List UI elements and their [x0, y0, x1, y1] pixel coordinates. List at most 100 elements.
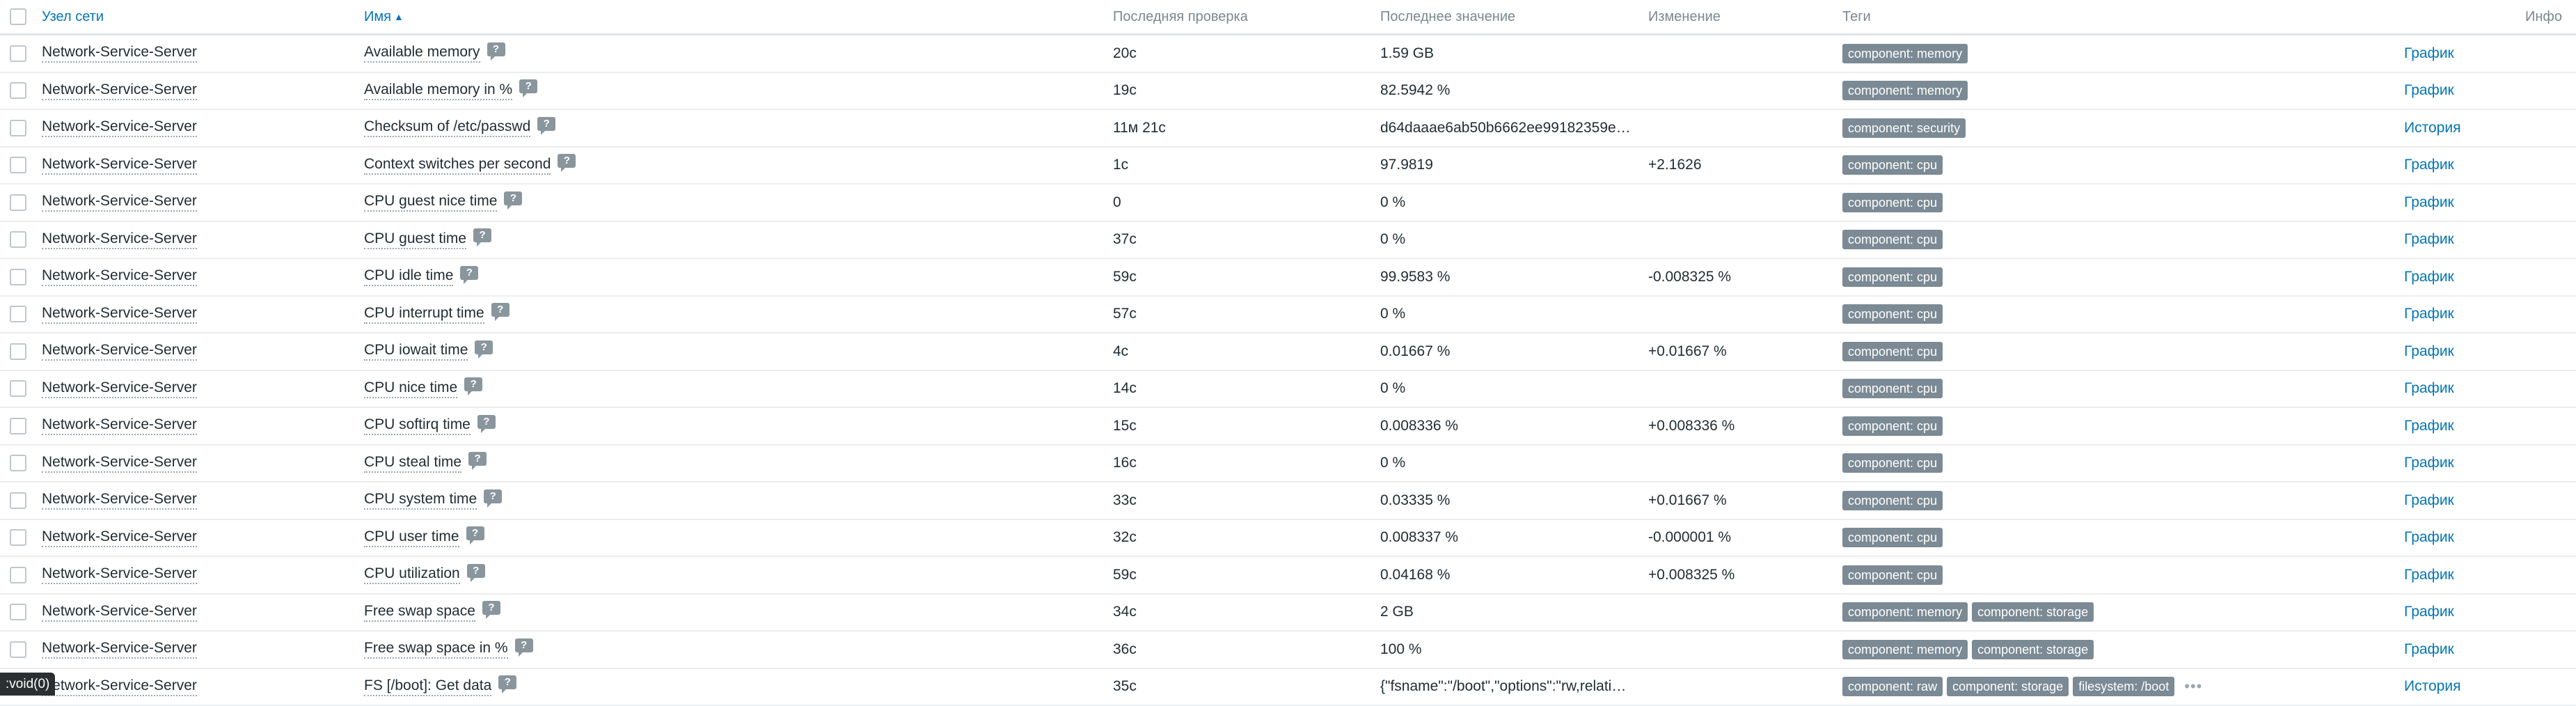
description-help-icon[interactable]: ?: [464, 377, 482, 391]
item-name-link[interactable]: CPU system time: [364, 491, 477, 510]
tag-badge[interactable]: component: cpu: [1842, 528, 1943, 547]
item-name-link[interactable]: CPU steal time: [364, 454, 461, 473]
host-link[interactable]: Network-Service-Server: [42, 416, 197, 435]
item-name-link[interactable]: Free swap space in %: [364, 640, 508, 659]
description-help-icon[interactable]: ?: [473, 228, 491, 242]
tag-badge[interactable]: filesystem: /boot: [2073, 677, 2174, 696]
item-name-link[interactable]: CPU guest nice time: [364, 193, 497, 212]
host-link[interactable]: Network-Service-Server: [42, 454, 197, 473]
tag-badge[interactable]: component: storage: [1972, 640, 2094, 659]
host-link[interactable]: Network-Service-Server: [42, 342, 197, 361]
host-link[interactable]: Network-Service-Server: [42, 677, 197, 696]
tag-badge[interactable]: component: cpu: [1842, 342, 1943, 361]
tag-badge[interactable]: component: memory: [1842, 44, 1968, 63]
host-link[interactable]: Network-Service-Server: [42, 640, 197, 659]
host-link[interactable]: Network-Service-Server: [42, 491, 197, 510]
host-link[interactable]: Network-Service-Server: [42, 118, 197, 137]
graph-history-link[interactable]: График: [2404, 567, 2454, 583]
tag-badge[interactable]: component: cpu: [1842, 379, 1943, 398]
select-all-checkbox[interactable]: [10, 8, 26, 25]
host-link[interactable]: Network-Service-Server: [42, 565, 197, 584]
row-checkbox[interactable]: [10, 529, 26, 546]
item-name-link[interactable]: CPU idle time: [364, 267, 453, 286]
description-help-icon[interactable]: ?: [537, 117, 555, 131]
description-help-icon[interactable]: ?: [482, 601, 500, 615]
row-checkbox[interactable]: [10, 455, 26, 471]
description-help-icon[interactable]: ?: [491, 303, 509, 317]
item-name-link[interactable]: Checksum of /etc/passwd: [364, 118, 530, 137]
host-link[interactable]: Network-Service-Server: [42, 305, 197, 324]
item-name-link[interactable]: FS [/boot]: Get data: [364, 677, 491, 696]
description-help-icon[interactable]: ?: [498, 675, 516, 689]
description-help-icon[interactable]: ?: [515, 638, 533, 652]
item-name-link[interactable]: Available memory: [364, 44, 480, 63]
host-link[interactable]: Network-Service-Server: [42, 528, 197, 547]
description-help-icon[interactable]: ?: [504, 191, 522, 205]
tag-badge[interactable]: component: memory: [1842, 602, 1968, 622]
row-checkbox[interactable]: [10, 120, 26, 136]
tag-badge[interactable]: component: cpu: [1842, 267, 1943, 287]
description-help-icon[interactable]: ?: [519, 79, 537, 93]
graph-history-link[interactable]: График: [2404, 604, 2454, 620]
description-help-icon[interactable]: ?: [466, 526, 484, 540]
item-name-link[interactable]: Available memory in %: [364, 81, 512, 100]
row-checkbox[interactable]: [10, 306, 26, 322]
tag-badge[interactable]: component: security: [1842, 118, 1966, 138]
host-link[interactable]: Network-Service-Server: [42, 81, 197, 100]
tag-badge[interactable]: component: memory: [1842, 640, 1968, 659]
graph-history-link[interactable]: График: [2404, 157, 2454, 173]
row-checkbox[interactable]: [10, 492, 26, 509]
row-checkbox[interactable]: [10, 418, 26, 434]
graph-history-link[interactable]: График: [2404, 269, 2454, 285]
row-checkbox[interactable]: [10, 269, 26, 285]
tag-badge[interactable]: component: cpu: [1842, 491, 1943, 510]
tag-badge[interactable]: component: storage: [1947, 677, 2069, 696]
graph-history-link[interactable]: График: [2404, 418, 2454, 434]
item-name-link[interactable]: CPU interrupt time: [364, 305, 484, 324]
graph-history-link[interactable]: График: [2404, 194, 2454, 211]
row-checkbox[interactable]: [10, 45, 26, 62]
tag-badge[interactable]: component: storage: [1972, 602, 2094, 622]
graph-history-link[interactable]: График: [2404, 82, 2454, 99]
row-checkbox[interactable]: [10, 380, 26, 397]
description-help-icon[interactable]: ?: [477, 415, 496, 429]
description-help-icon[interactable]: ?: [475, 340, 493, 354]
tag-badge[interactable]: component: raw: [1842, 677, 1943, 696]
tag-badge[interactable]: component: cpu: [1842, 565, 1943, 585]
item-name-link[interactable]: CPU iowait time: [364, 342, 468, 361]
description-help-icon[interactable]: ?: [468, 452, 487, 466]
row-checkbox[interactable]: [10, 604, 26, 620]
tag-badge[interactable]: component: cpu: [1842, 453, 1943, 473]
graph-history-link[interactable]: График: [2404, 492, 2454, 509]
tag-badge[interactable]: component: memory: [1842, 81, 1968, 100]
tag-badge[interactable]: component: cpu: [1842, 230, 1943, 249]
graph-history-link[interactable]: График: [2404, 306, 2454, 322]
item-name-link[interactable]: CPU guest time: [364, 230, 466, 249]
graph-history-link[interactable]: История: [2404, 678, 2460, 695]
row-checkbox[interactable]: [10, 231, 26, 248]
row-checkbox[interactable]: [10, 567, 26, 583]
more-tags-icon[interactable]: •••: [2184, 677, 2202, 696]
row-checkbox[interactable]: [10, 82, 26, 99]
item-name-link[interactable]: CPU utilization: [364, 565, 460, 584]
tag-badge[interactable]: component: cpu: [1842, 304, 1943, 324]
graph-history-link[interactable]: График: [2404, 45, 2454, 62]
host-link[interactable]: Network-Service-Server: [42, 44, 197, 63]
host-link[interactable]: Network-Service-Server: [42, 156, 197, 175]
tag-badge[interactable]: component: cpu: [1842, 193, 1943, 212]
host-link[interactable]: Network-Service-Server: [42, 267, 197, 286]
name-column-label[interactable]: Имя: [364, 9, 391, 25]
item-name-link[interactable]: CPU nice time: [364, 379, 457, 398]
name-column-header[interactable]: Имя ▲: [364, 0, 404, 33]
item-name-link[interactable]: CPU softirq time: [364, 416, 471, 435]
graph-history-link[interactable]: График: [2404, 529, 2454, 546]
row-checkbox[interactable]: [10, 343, 26, 360]
host-link[interactable]: Network-Service-Server: [42, 193, 197, 212]
row-checkbox[interactable]: [10, 194, 26, 211]
tag-badge[interactable]: component: cpu: [1842, 416, 1943, 436]
description-help-icon[interactable]: ?: [487, 42, 505, 56]
description-help-icon[interactable]: ?: [460, 266, 478, 280]
item-name-link[interactable]: CPU user time: [364, 528, 459, 547]
host-link[interactable]: Network-Service-Server: [42, 603, 197, 622]
description-help-icon[interactable]: ?: [467, 564, 485, 578]
